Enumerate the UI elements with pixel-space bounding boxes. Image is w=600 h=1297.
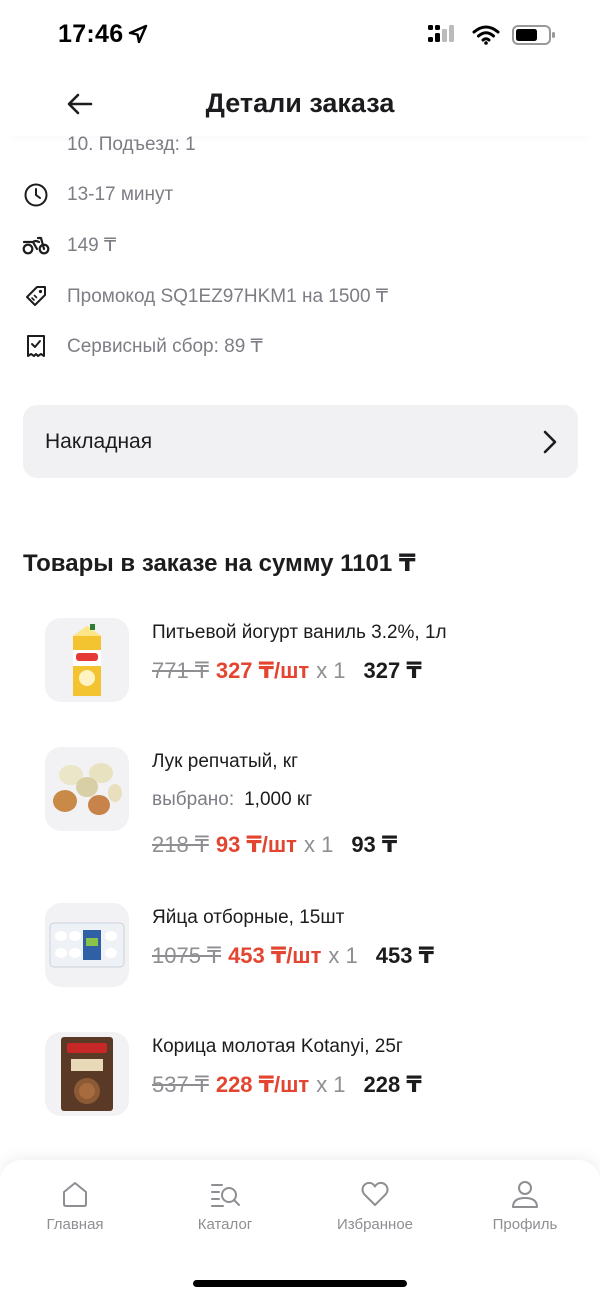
heart-icon — [359, 1178, 391, 1210]
delivery-fee-text: 149 ₸ — [67, 234, 117, 256]
selected-label: выбрано: — [152, 789, 235, 810]
tab-home-label: Главная — [46, 1216, 104, 1233]
delivery-fee-row: 149 ₸ — [22, 230, 116, 260]
catalog-search-icon — [209, 1178, 241, 1210]
old-price: 537 ₸ — [152, 1072, 209, 1097]
line-total: 453 ₸ — [375, 943, 434, 968]
battery-icon — [512, 24, 556, 51]
delivery-time-row: 13-17 минут — [22, 180, 173, 210]
clock-icon — [22, 181, 50, 209]
product-prices: 771 ₸ 327 ₸/шт x 1 327 ₸ — [152, 658, 422, 684]
wifi-icon — [472, 25, 500, 50]
promo-text: Промокод SQ1EZ97HKM1 на 1500 ₸ — [67, 285, 388, 307]
product-image-eggs — [45, 903, 129, 987]
tab-bar: Главная Каталог Избранное Профиль — [0, 1160, 600, 1297]
tab-catalog-label: Каталог — [197, 1216, 253, 1233]
invoice-label: Накладная — [45, 429, 153, 453]
product-image-onion — [45, 747, 129, 831]
quantity: x 1 — [316, 658, 346, 683]
tab-favorites[interactable]: Избранное — [315, 1178, 435, 1233]
status-time: 17:46 — [58, 20, 124, 48]
line-total: 228 ₸ — [363, 1072, 422, 1097]
product-prices: 218 ₸ 93 ₸/шт x 1 93 ₸ — [152, 832, 397, 858]
product-name: Лук репчатый, кг — [152, 751, 299, 772]
status-icons — [428, 24, 556, 51]
tag-icon — [22, 282, 50, 310]
old-price: 771 ₸ — [152, 658, 209, 683]
receipt-icon — [22, 332, 50, 360]
tab-catalog[interactable]: Каталог — [165, 1178, 285, 1233]
old-price: 1075 ₸ — [152, 943, 222, 968]
location-arrow-icon — [128, 24, 148, 49]
home-indicator — [193, 1280, 407, 1287]
line-total: 327 ₸ — [363, 658, 422, 683]
service-fee-row: Сервисный сбор: 89 ₸ — [22, 331, 263, 361]
product-prices: 1075 ₸ 453 ₸/шт x 1 453 ₸ — [152, 943, 434, 969]
tab-favorites-label: Избранное — [336, 1216, 414, 1233]
delivery-time-text: 13-17 минут — [67, 184, 174, 205]
products-section-title: Товары в заказе на сумму 1101 ₸ — [23, 550, 416, 577]
unit-price: 228 ₸/шт — [215, 1072, 310, 1097]
product-image-cinnamon — [45, 1032, 129, 1116]
address-text: 10. Подъезд: 1 — [67, 134, 196, 155]
quantity: x 1 — [316, 1072, 346, 1097]
page-title: Детали заказа — [205, 88, 395, 118]
header: Детали заказа — [0, 72, 600, 136]
promo-row: Промокод SQ1EZ97HKM1 на 1500 ₸ — [22, 281, 388, 311]
product-name: Яйца отборные, 15шт — [152, 907, 345, 928]
tab-profile[interactable]: Профиль — [465, 1178, 585, 1233]
quantity: x 1 — [303, 832, 334, 857]
product-image-yogurt — [45, 618, 129, 702]
scooter-icon — [22, 231, 50, 259]
product-prices: 537 ₸ 228 ₸/шт x 1 228 ₸ — [152, 1072, 422, 1098]
old-price: 218 ₸ — [152, 832, 209, 857]
unit-price: 327 ₸/шт — [215, 658, 310, 683]
invoice-button[interactable]: Накладная — [23, 405, 578, 478]
home-icon — [59, 1178, 91, 1210]
unit-price: 453 ₸/шт — [228, 943, 322, 968]
signal-icon — [428, 25, 460, 50]
status-bar: 17:46 — [0, 0, 600, 72]
profile-icon — [509, 1178, 541, 1210]
selected-value: 1,000 кг — [244, 789, 313, 810]
product-name: Корица молотая Kotanyi, 25г — [152, 1036, 403, 1057]
line-total: 93 ₸ — [351, 832, 398, 857]
tab-home[interactable]: Главная — [15, 1178, 135, 1233]
service-fee-text: Сервисный сбор: 89 ₸ — [67, 335, 263, 357]
quantity: x 1 — [328, 943, 358, 968]
selected-weight: выбрано: 1,000 кг — [152, 789, 312, 811]
unit-price: 93 ₸/шт — [215, 832, 297, 857]
product-name: Питьевой йогурт ваниль 3.2%, 1л — [152, 622, 447, 643]
tab-profile-label: Профиль — [492, 1216, 558, 1233]
chevron-right-icon — [542, 429, 558, 460]
